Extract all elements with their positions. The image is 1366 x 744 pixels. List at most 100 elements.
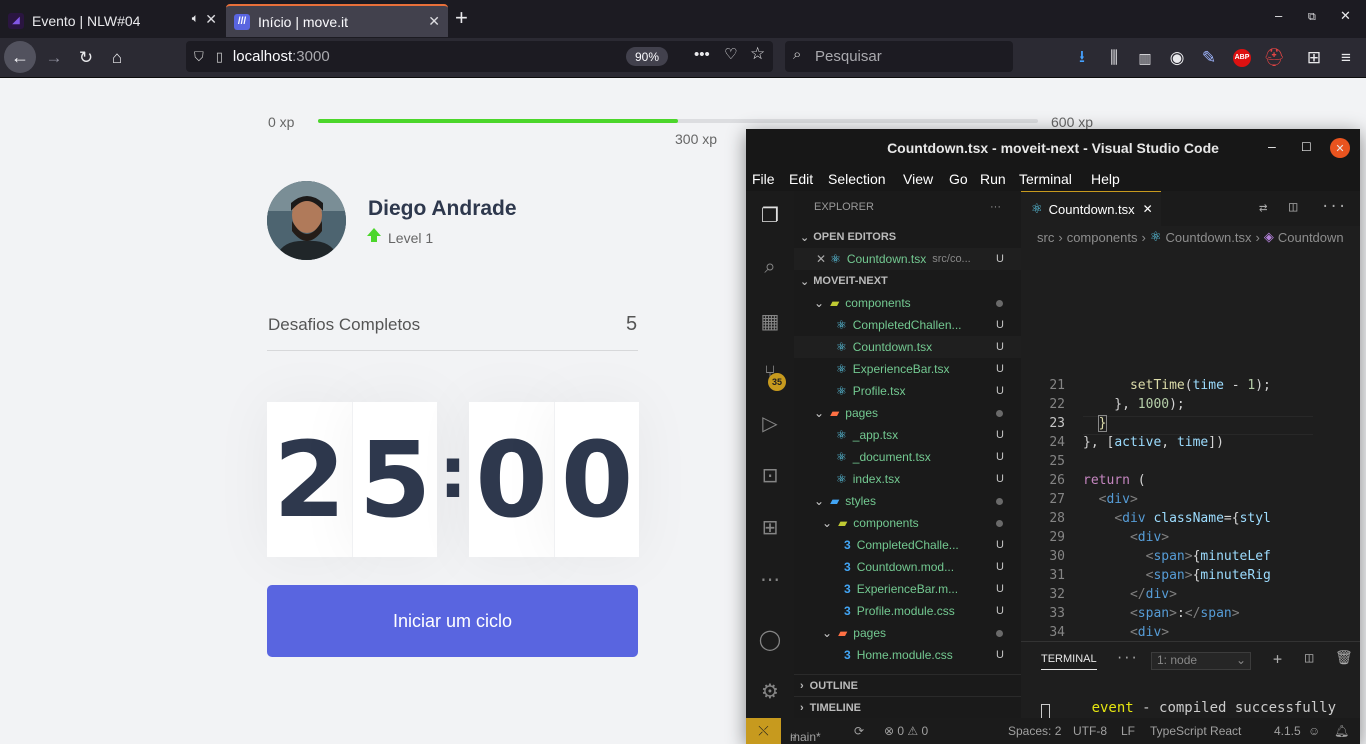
tree-item[interactable]: 3 Home.module.css U xyxy=(794,644,1021,666)
back-button[interactable]: ← xyxy=(4,41,36,73)
outline-section[interactable]: › OUTLINE xyxy=(794,674,1021,696)
project-section[interactable]: ⌄ MOVEIT-NEXT xyxy=(794,270,1021,292)
code-editor[interactable]: ⚛ Countdown.tsx ✕ ⇄ ◫ ··· src › componen… xyxy=(1021,191,1360,641)
new-tab-button[interactable]: + xyxy=(455,5,468,31)
menu-terminal[interactable]: Terminal xyxy=(1019,171,1072,187)
run-debug-icon[interactable]: ▷ xyxy=(758,411,782,435)
feedback-icon[interactable]: ☺ xyxy=(1308,724,1320,738)
notifications-bell-icon[interactable]: 🔔︎ xyxy=(1334,724,1349,738)
menu-run[interactable]: Run xyxy=(980,171,1006,187)
tab-evento[interactable]: ◢ Evento | NLW#04 🔈︎ ✕ xyxy=(0,4,225,37)
problems-status[interactable]: ⊗ 0 ⚠ 0 xyxy=(884,724,928,738)
start-cycle-button[interactable]: Iniciar um ciclo xyxy=(267,585,638,657)
search-icon[interactable]: ⌕ xyxy=(758,255,782,279)
search-input[interactable]: ⌕ Pesquisar xyxy=(785,41,1013,72)
tree-item[interactable]: ⚛ Countdown.tsx U xyxy=(794,336,1021,358)
home-button[interactable]: ⌂ xyxy=(105,46,129,70)
breadcrumb-src[interactable]: src xyxy=(1037,230,1054,245)
extension-icon[interactable]: ⛑ xyxy=(1262,46,1286,70)
shield-icon[interactable]: ⛉ xyxy=(194,49,204,65)
tree-item[interactable]: ⚛ _app.tsx U xyxy=(794,424,1021,446)
url-bar[interactable]: ⛉ ▯ localhost :3000 90% ••• ♡ ☆ xyxy=(186,41,773,72)
add-terminal-icon[interactable]: + xyxy=(1273,650,1282,668)
terminal-more-icon[interactable]: ··· xyxy=(1116,651,1138,665)
tree-item[interactable]: ⚛ _document.tsx U xyxy=(794,446,1021,468)
open-editor-item[interactable]: ✕ ⚛ Countdown.tsx src/co... U xyxy=(794,248,1021,270)
tree-item[interactable]: 3 ExperienceBar.m... U xyxy=(794,578,1021,600)
extensions-grid-icon[interactable]: ⊞ xyxy=(1302,46,1326,70)
language-status[interactable]: TypeScript React xyxy=(1150,724,1241,738)
more-views-icon[interactable]: ⋯ xyxy=(758,567,782,591)
vscode-minimize-icon[interactable]: – xyxy=(1268,138,1276,154)
menu-selection[interactable]: Selection xyxy=(828,171,886,187)
explorer-icon[interactable]: ❐ xyxy=(758,203,782,227)
terminal-panel[interactable]: TERMINAL ··· 1: node ⌄ + ◫ 🗑︎ event - co… xyxy=(1021,641,1360,719)
account-icon[interactable]: ◉ xyxy=(1165,46,1189,70)
tree-item[interactable]: ⚛ index.tsx U xyxy=(794,468,1021,490)
tree-item[interactable]: ⌄ ▰ pages xyxy=(794,622,1021,644)
sync-icon[interactable]: ⟳ xyxy=(854,724,864,738)
restore-icon[interactable]: ⧉ xyxy=(1308,11,1316,24)
terminal-select[interactable]: 1: node ⌄ xyxy=(1151,652,1251,670)
timeline-section[interactable]: › TIMELINE xyxy=(794,696,1021,718)
split-terminal-icon[interactable]: ◫ xyxy=(1305,650,1313,666)
menu-help[interactable]: Help xyxy=(1091,171,1120,187)
accounts-icon[interactable]: ◯ xyxy=(758,627,782,651)
tree-item[interactable]: ⌄ ▰ styles xyxy=(794,490,1021,512)
split-editor-icon[interactable]: ◫ xyxy=(1289,199,1297,215)
manage-gear-icon[interactable]: ⚙ xyxy=(758,679,782,703)
tree-item[interactable]: 3 CompletedChalle... U xyxy=(794,534,1021,556)
menu-edit[interactable]: Edit xyxy=(789,171,813,187)
reload-button[interactable]: ↻ xyxy=(74,46,98,70)
terminal-tab[interactable]: TERMINAL xyxy=(1041,653,1097,670)
tree-item[interactable]: ⚛ CompletedChallen... U xyxy=(794,314,1021,336)
tree-item[interactable]: ⌄ ▰ components xyxy=(794,512,1021,534)
git-compare-icon[interactable]: ⇄ xyxy=(1259,200,1267,216)
minimize-icon[interactable]: – xyxy=(1275,8,1282,23)
close-tab-icon[interactable]: ✕ xyxy=(205,11,217,28)
ts-version-status[interactable]: 4.1.5 xyxy=(1274,724,1301,738)
breadcrumb-symbol[interactable]: Countdown xyxy=(1278,230,1344,245)
open-editors-section[interactable]: ⌄ OPEN EDITORS xyxy=(794,226,1021,248)
vscode-maximize-icon[interactable]: ☐ xyxy=(1301,140,1312,154)
close-window-icon[interactable]: ✕ xyxy=(1340,8,1351,24)
encoding-status[interactable]: UTF-8 xyxy=(1073,724,1107,738)
tree-item[interactable]: 3 Profile.module.css U xyxy=(794,600,1021,622)
close-tab-icon[interactable]: ✕ xyxy=(428,13,440,30)
menu-go[interactable]: Go xyxy=(949,171,968,187)
download-icon[interactable]: ⭳ xyxy=(1070,46,1094,70)
docker-icon[interactable]: ▦ xyxy=(758,309,782,333)
extensions-icon[interactable]: ⊞ xyxy=(758,515,782,539)
tab-moveit[interactable]: /// Início | move.it ✕ xyxy=(226,4,448,37)
tree-item[interactable]: 3 Countdown.mod... U xyxy=(794,556,1021,578)
forward-button[interactable]: → xyxy=(42,46,66,70)
close-icon[interactable]: ✕ xyxy=(816,252,826,266)
trash-icon[interactable]: 🗑︎ xyxy=(1335,650,1353,666)
tree-item[interactable]: ⌄ ▰ components xyxy=(794,292,1021,314)
pocket-icon[interactable]: ♡ xyxy=(724,45,737,63)
sidebar-icon[interactable]: ▥ xyxy=(1133,46,1157,70)
remote-explorer-icon[interactable]: ⊡ xyxy=(758,463,782,487)
zoom-level[interactable]: 90% xyxy=(626,47,668,66)
vscode-close-icon[interactable]: ✕ xyxy=(1330,138,1350,158)
speaker-icon[interactable]: 🔈︎ xyxy=(192,11,199,26)
editor-tab-countdown[interactable]: ⚛ Countdown.tsx ✕ xyxy=(1021,191,1161,226)
eyedropper-icon[interactable]: ✎ xyxy=(1197,46,1221,70)
menu-file[interactable]: File xyxy=(752,171,775,187)
library-icon[interactable]: ⫼ xyxy=(1102,46,1126,70)
explorer-more-icon[interactable]: ··· xyxy=(990,201,1001,213)
bookmark-star-icon[interactable]: ☆ xyxy=(750,44,765,64)
indentation-status[interactable]: Spaces: 2 xyxy=(1008,724,1061,738)
tree-item[interactable]: ⚛ ExperienceBar.tsx U xyxy=(794,358,1021,380)
close-icon[interactable]: ✕ xyxy=(1143,202,1153,216)
breadcrumb-file[interactable]: Countdown.tsx xyxy=(1166,230,1252,245)
more-icon[interactable]: ••• xyxy=(694,46,710,63)
menu-icon[interactable]: ≡ xyxy=(1334,46,1358,70)
breadcrumb-components[interactable]: components xyxy=(1067,230,1138,245)
editor-more-icon[interactable]: ··· xyxy=(1321,199,1346,215)
tree-item[interactable]: ⚛ Profile.tsx U xyxy=(794,380,1021,402)
eol-status[interactable]: LF xyxy=(1121,724,1135,738)
menu-view[interactable]: View xyxy=(903,171,933,187)
tree-item[interactable]: ⌄ ▰ pages xyxy=(794,402,1021,424)
remote-indicator[interactable]: ⤬ xyxy=(746,718,781,744)
